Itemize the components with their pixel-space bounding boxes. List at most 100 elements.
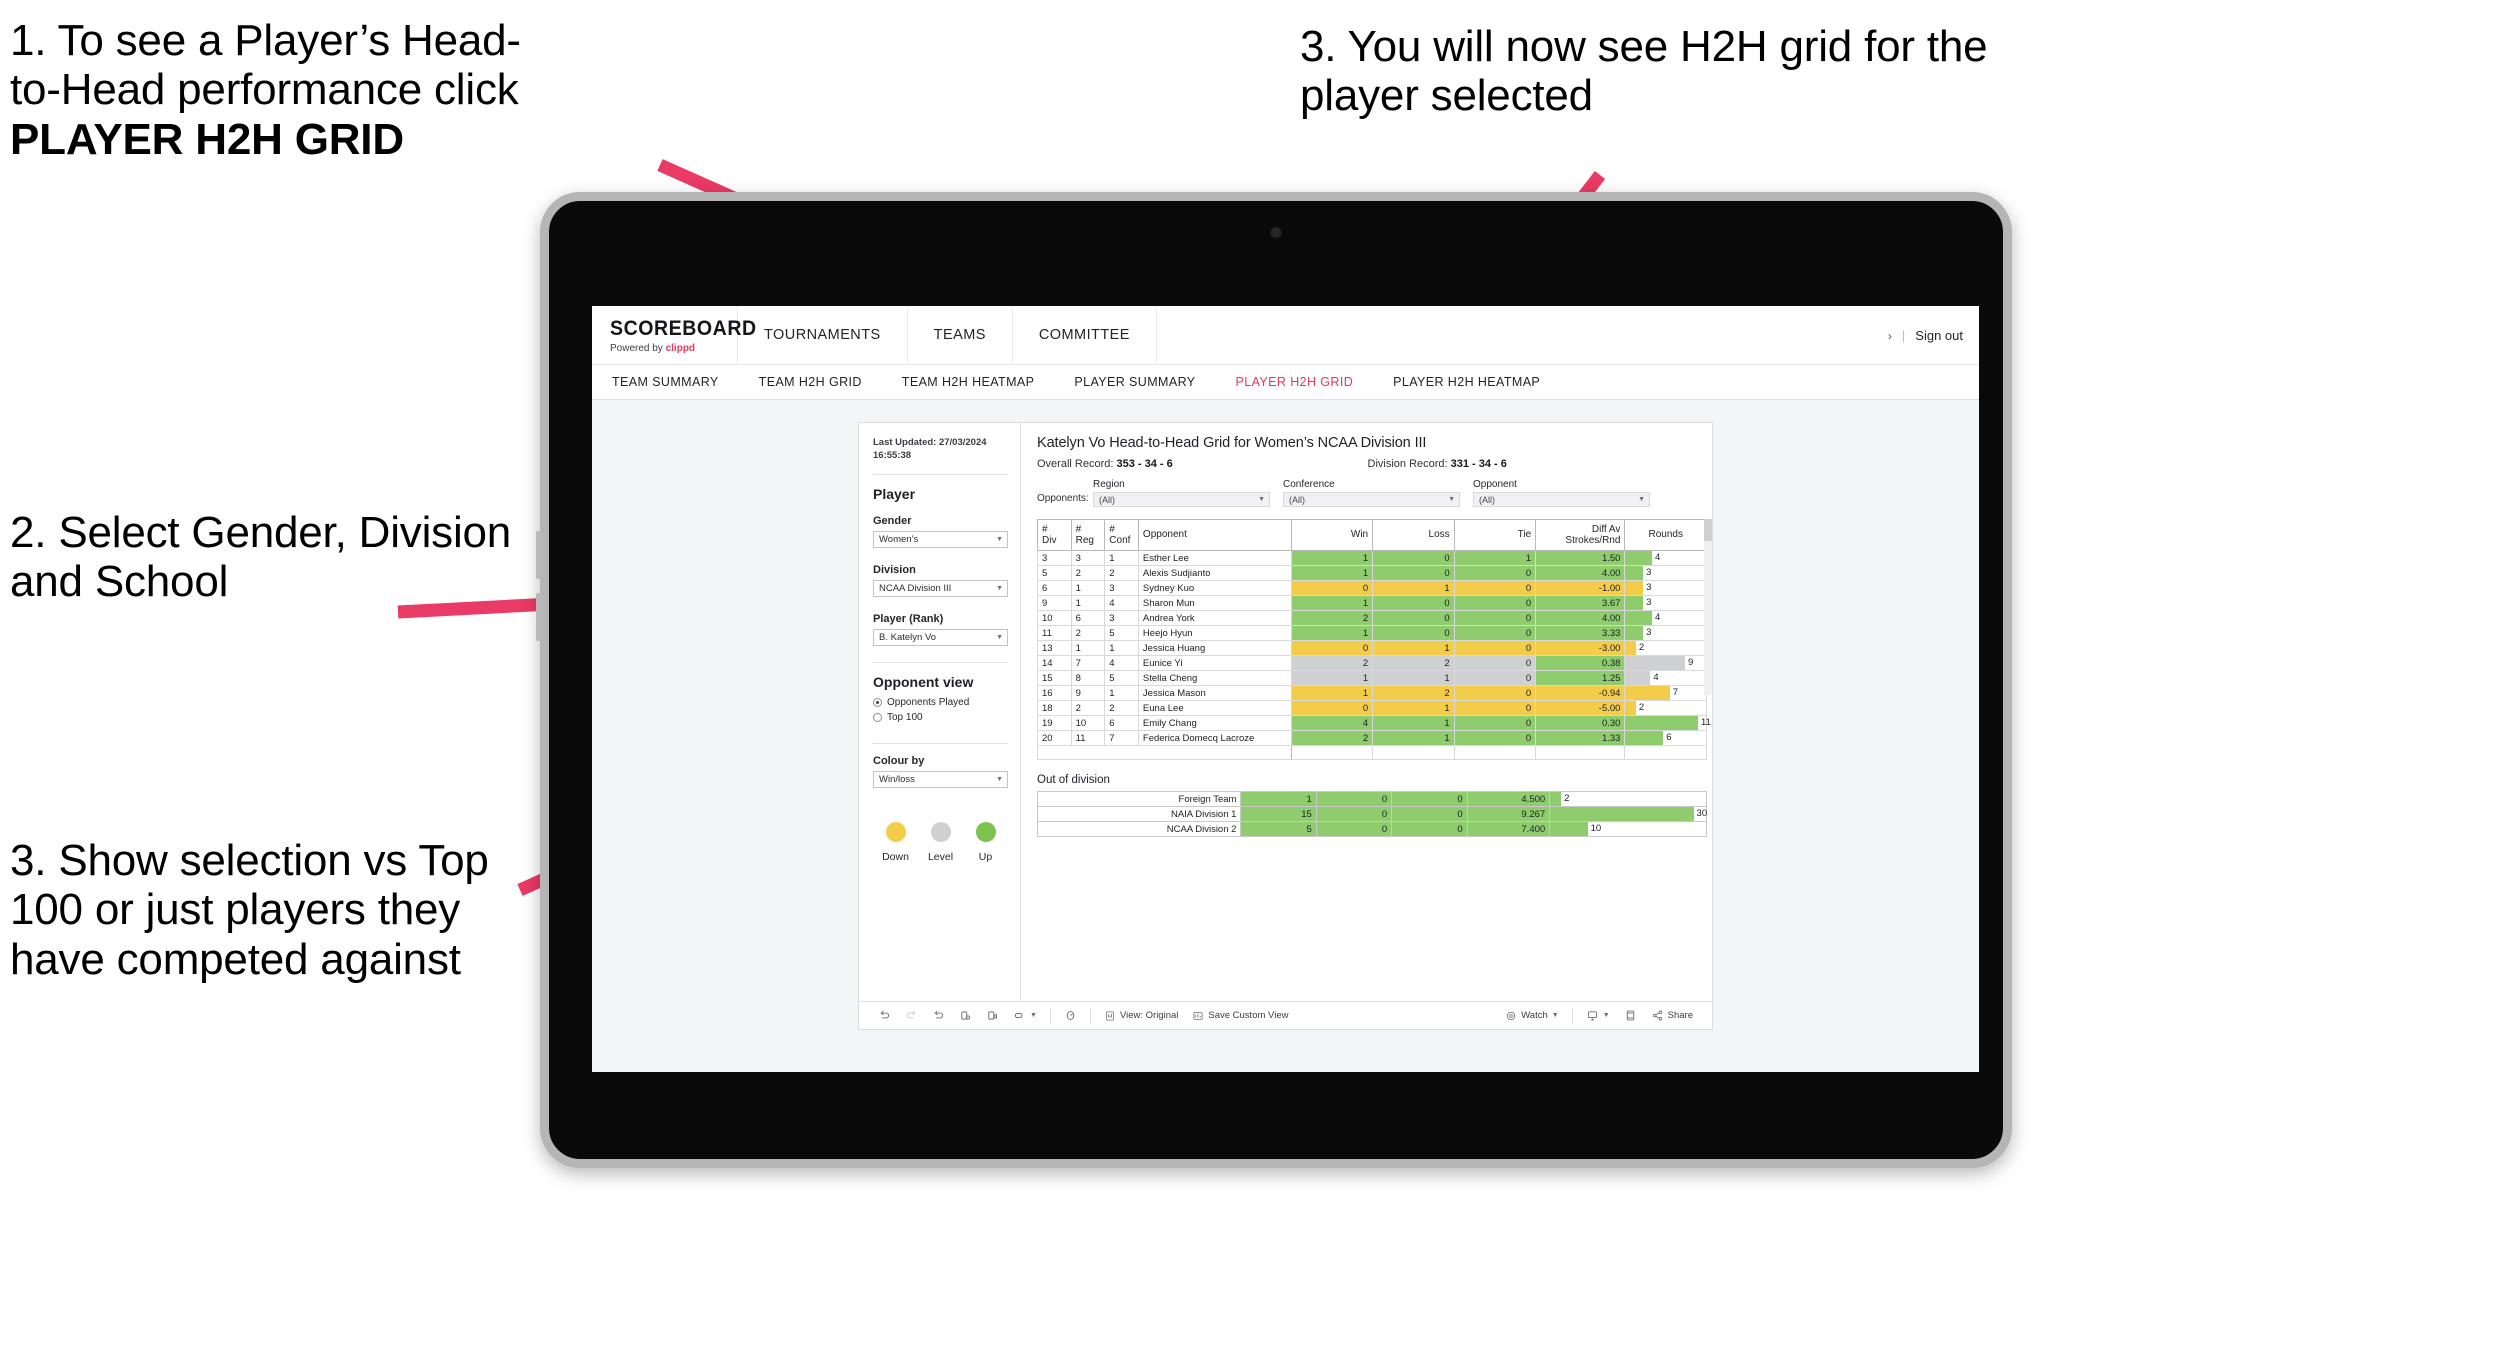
col-div-l1: # — [1042, 523, 1048, 535]
table-scrollbar[interactable] — [1704, 519, 1712, 695]
region-select[interactable]: (All) ▼ — [1093, 492, 1270, 507]
opponent-select[interactable]: (All) ▼ — [1473, 492, 1650, 507]
tab-team-h2h-heatmap[interactable]: TEAM H2H HEATMAP — [902, 375, 1035, 389]
undo-button[interactable] — [871, 1009, 898, 1022]
divider — [1571, 1008, 1573, 1023]
watch-button[interactable]: Watch ▼ — [1498, 1010, 1566, 1022]
table-row[interactable]: 3 3 1 Esther Lee 1 0 1 1.50 4 — [1037, 550, 1707, 566]
table-row[interactable]: 15 8 5 Stella Cheng 1 1 0 1.25 4 — [1037, 670, 1707, 686]
share-button[interactable]: Share — [1644, 1009, 1700, 1022]
colour-by-select[interactable]: Win/loss ▼ — [873, 770, 1008, 788]
out-of-division-row[interactable]: NAIA Division 1 15 0 0 9.267 30 — [1036, 806, 1707, 822]
table-row[interactable]: 13 1 1 Jessica Huang 0 1 0 -3.00 2 — [1037, 640, 1707, 656]
refresh-button[interactable] — [952, 1009, 979, 1022]
cell-win: 5 — [1240, 821, 1317, 837]
last-updated-text: Last Updated: 27/03/2024 16:55:38 — [873, 437, 987, 461]
brand-logo[interactable]: SCOREBOARD Powered by clippd — [592, 306, 756, 365]
cell-diff: 0.38 — [1535, 655, 1626, 671]
table-header-row: # Div # Reg # Conf Opponent Win Loss Tie Di… — [1037, 519, 1707, 551]
chevron-down-icon: ▼ — [996, 584, 1003, 592]
cell-rounds: 7 — [1624, 685, 1707, 701]
highlight-button[interactable] — [1057, 1009, 1084, 1022]
table-row[interactable]: 20 11 7 Federica Domecq Lacroze 2 1 0 1.33 6 — [1037, 730, 1707, 746]
out-of-division-row[interactable]: Foreign Team 1 0 0 4.500 2 — [1036, 791, 1707, 807]
radio-top-100[interactable]: Top 100 — [873, 712, 1008, 723]
table-row[interactable]: 18 2 2 Euna Lee 0 1 0 -5.00 2 — [1037, 700, 1707, 716]
cell-loss: 1 — [1372, 640, 1455, 656]
divider — [873, 742, 1008, 744]
tab-team-h2h-grid[interactable]: TEAM H2H GRID — [759, 375, 862, 389]
col-tie: Tie — [1453, 519, 1537, 551]
table-row[interactable]: 9 1 4 Sharon Mun 1 0 0 3.67 3 — [1037, 595, 1707, 611]
division-value: NCAA Division III — [879, 582, 952, 594]
cell-loss: 0 — [1315, 821, 1393, 837]
player-value: B. Katelyn Vo — [879, 631, 937, 643]
rounds-bar — [1550, 822, 1588, 836]
cell-loss: 1 — [1372, 670, 1455, 686]
rounds-value: 3 — [1646, 582, 1652, 593]
download-button[interactable]: ▼ — [1579, 1009, 1617, 1022]
tab-team-summary[interactable]: TEAM SUMMARY — [612, 375, 719, 389]
rounds-bar — [1550, 807, 1694, 821]
table-row[interactable]: 19 10 6 Emily Chang 4 1 0 0.30 11 — [1037, 715, 1711, 731]
table-row[interactable]: 14 7 4 Eunice Yi 2 2 0 0.38 9 — [1037, 655, 1707, 671]
cell-opponent: Sydney Kuo — [1137, 580, 1292, 596]
colour-by-value: Win/loss — [879, 773, 915, 785]
cell-conf: 2 — [1104, 565, 1139, 581]
cell-conf: 1 — [1104, 550, 1139, 566]
cell-rounds: 3 — [1624, 580, 1707, 596]
cell-reg: 2 — [1070, 700, 1106, 716]
revert-button[interactable] — [925, 1009, 952, 1022]
scrollbar-thumb[interactable] — [1704, 519, 1712, 541]
fullscreen-button[interactable] — [1617, 1009, 1644, 1022]
opponents-label: Opponents: — [1037, 493, 1089, 504]
player-select[interactable]: B. Katelyn Vo ▼ — [873, 628, 1008, 646]
tab-player-h2h-heatmap[interactable]: PLAYER H2H HEATMAP — [1393, 375, 1540, 389]
nav-committee[interactable]: COMMITTEE — [1013, 306, 1157, 365]
account-chevron-icon[interactable]: › — [1888, 329, 1892, 343]
nav-teams[interactable]: TEAMS — [908, 306, 1013, 365]
view-original-button[interactable]: View: Original — [1097, 1010, 1185, 1022]
sign-out-link[interactable]: Sign out — [1915, 328, 1963, 343]
col-diff-l1: Diff Av — [1591, 523, 1621, 535]
pause-button[interactable] — [979, 1009, 1006, 1022]
zoom-button[interactable]: ▼ — [1006, 1009, 1044, 1022]
tablet-device-frame: SCOREBOARD Powered by clippd TOURNAMENTS… — [536, 192, 2012, 1168]
redo-button[interactable] — [898, 1009, 925, 1022]
front-camera-icon — [1270, 227, 1282, 238]
out-of-division-row[interactable]: NCAA Division 2 5 0 0 7.400 10 — [1036, 821, 1707, 837]
table-row[interactable]: 11 2 5 Heejo Hyun 1 0 0 3.33 3 — [1037, 625, 1707, 641]
table-blank-pad — [1037, 745, 1707, 760]
dashboard-canvas: Last Updated: 27/03/2024 16:55:38 Player… — [592, 400, 1979, 1072]
col-div: # Div — [1037, 519, 1072, 551]
save-custom-view-button[interactable]: Save Custom View — [1185, 1010, 1295, 1022]
gender-select[interactable]: Women’s ▼ — [873, 530, 1008, 548]
cell-rounds: 3 — [1624, 595, 1707, 611]
division-select[interactable]: NCAA Division III ▼ — [873, 579, 1008, 597]
legend-label-up: Up — [978, 850, 993, 863]
rounds-value: 4 — [1655, 612, 1661, 623]
conference-value: (All) — [1289, 494, 1305, 505]
overall-record: Overall Record: 353 - 34 - 6 — [1037, 458, 1368, 470]
cell-tie: 0 — [1453, 595, 1537, 611]
cell-div: 5 — [1037, 565, 1072, 581]
tab-player-summary[interactable]: PLAYER SUMMARY — [1074, 375, 1195, 389]
division-record-value: 331 - 34 - 6 — [1450, 458, 1507, 470]
table-row[interactable]: 6 1 3 Sydney Kuo 0 1 0 -1.00 3 — [1037, 580, 1707, 596]
nav-tournaments[interactable]: TOURNAMENTS — [738, 306, 908, 365]
table-row[interactable]: 16 9 1 Jessica Mason 1 2 0 -0.94 7 — [1037, 685, 1707, 701]
cell-tie: 0 — [1453, 685, 1537, 701]
cell-conf: 6 — [1104, 715, 1139, 731]
chevron-down-icon: ▼ — [1258, 496, 1265, 503]
legend-label-level: Level — [927, 850, 954, 863]
tab-player-h2h-grid[interactable]: PLAYER H2H GRID — [1236, 375, 1354, 389]
table-row[interactable]: 5 2 2 Alexis Sudjianto 1 0 0 4.00 3 — [1037, 565, 1707, 581]
conference-select[interactable]: (All) ▼ — [1283, 492, 1460, 507]
cell-diff: 9.267 — [1466, 806, 1551, 822]
radio-opponents-played[interactable]: Opponents Played — [873, 697, 1008, 708]
rounds-bar — [1625, 566, 1644, 580]
col-reg-l1: # — [1075, 523, 1082, 535]
table-row[interactable]: 10 6 3 Andrea York 2 0 0 4.00 4 — [1037, 610, 1707, 626]
legend-item-up: Up — [963, 821, 1008, 863]
cell-tie: 0 — [1453, 580, 1537, 596]
